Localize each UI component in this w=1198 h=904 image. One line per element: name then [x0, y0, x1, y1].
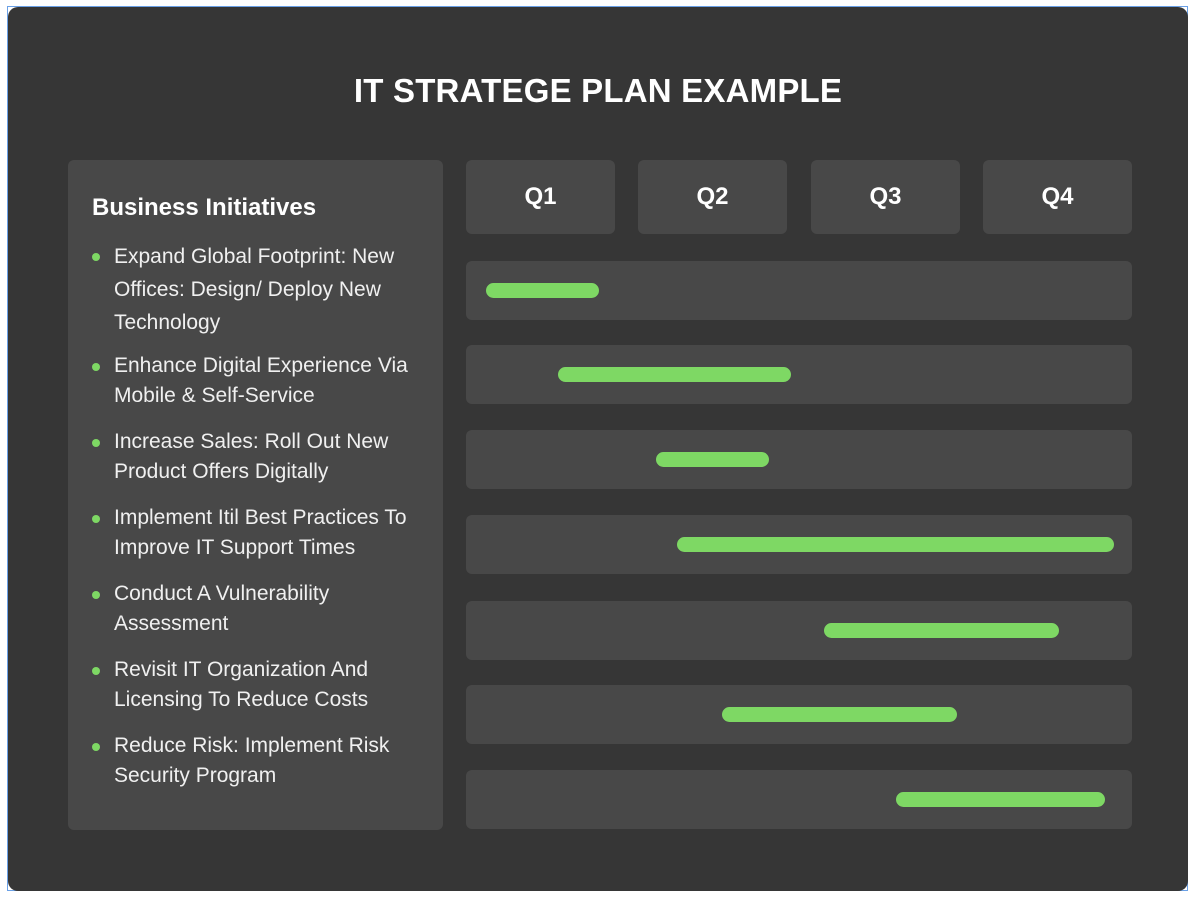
bullet-dot-icon [92, 743, 100, 751]
gantt-row [466, 261, 1132, 320]
initiative-item: Revisit IT Organization And Licensing To… [92, 655, 432, 715]
initiative-item: Reduce Risk: Implement Risk Security Pro… [92, 731, 432, 791]
initiative-item: Expand Global Footprint: New Offices: De… [92, 240, 432, 339]
gantt-bar [895, 792, 1106, 807]
initiative-label: Conduct A Vulnerability Assessment [114, 582, 330, 635]
gantt-row [466, 770, 1132, 829]
bullet-dot-icon [92, 667, 100, 675]
bullet-dot-icon [92, 591, 100, 599]
bullet-dot-icon [92, 439, 100, 447]
initiatives-heading: Business Initiatives [92, 194, 317, 221]
initiative-label: Increase Sales: Roll Out New Product Off… [114, 430, 389, 483]
bullet-dot-icon [92, 253, 100, 261]
initiative-item: Implement Itil Best Practices To Improve… [92, 503, 432, 563]
quarter-header-q1: Q1 [466, 160, 615, 234]
initiative-label: Revisit IT Organization And Licensing To… [114, 658, 369, 711]
quarter-header-q4: Q4 [983, 160, 1132, 234]
initiative-label: Implement Itil Best Practices To Improve… [114, 506, 407, 559]
gantt-row [466, 685, 1132, 744]
initiatives-list: Expand Global Footprint: New Offices: De… [92, 240, 432, 807]
quarter-header-q2: Q2 [638, 160, 787, 234]
gantt-row [466, 515, 1132, 574]
gantt-bar [677, 537, 1114, 552]
initiative-item: Enhance Digital Experience Via Mobile & … [92, 351, 432, 411]
page-title: IT STRATEGE PLAN EXAMPLE [353, 72, 843, 109]
gantt-row [466, 601, 1132, 660]
initiative-item: Increase Sales: Roll Out New Product Off… [92, 427, 432, 487]
initiative-label: Reduce Risk: Implement Risk Security Pro… [114, 734, 390, 787]
initiative-label: Expand Global Footprint: New Offices: De… [114, 245, 395, 334]
initiative-item: Conduct A Vulnerability Assessment [92, 579, 432, 639]
quarter-header-q3: Q3 [811, 160, 960, 234]
gantt-bar [655, 452, 770, 467]
gantt-row [466, 430, 1132, 489]
bullet-dot-icon [92, 515, 100, 523]
gantt-bar [557, 367, 791, 382]
gantt-bar [823, 623, 1059, 638]
gantt-row [466, 345, 1132, 404]
initiative-label: Enhance Digital Experience Via Mobile & … [114, 354, 408, 407]
gantt-bar [722, 707, 958, 722]
gantt-bar [485, 283, 600, 298]
bullet-dot-icon [92, 363, 100, 371]
